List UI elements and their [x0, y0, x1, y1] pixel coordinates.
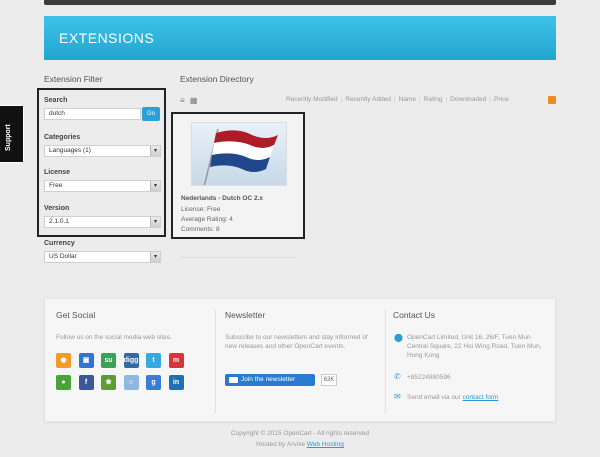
categories-label: Categories [44, 134, 81, 141]
support-label: Support [5, 124, 12, 151]
contact-email: Send email via our contact form [407, 393, 498, 402]
directory-title: Extension Directory [180, 74, 254, 84]
list-view-icon[interactable]: ≡ [180, 96, 185, 105]
join-newsletter-button[interactable]: Join the newsletter [225, 374, 315, 386]
page-title: EXTENSIONS [59, 30, 155, 46]
currency-select[interactable]: US Dollar ▾ [44, 251, 161, 263]
chevron-down-icon: ▾ [150, 252, 160, 262]
extension-comments: Comments: 8 [181, 226, 220, 233]
twitter-icon[interactable]: t [146, 353, 161, 368]
sort-recently-modified[interactable]: Recently Modified [286, 96, 338, 103]
social-text: Follow us on the social media web sites. [56, 334, 172, 341]
newsletter-title: Newsletter [225, 310, 266, 320]
extension-card[interactable]: Nederlands - Dutch OC 2.x License: Free … [171, 112, 305, 239]
newsletter-text: Subscribe to our newsletters and stay in… [225, 334, 368, 350]
version-label: Version [44, 205, 70, 212]
contact-email-prefix: Send email via our [407, 394, 461, 401]
email-icon: ✉ [394, 392, 401, 401]
sort-rating[interactable]: Rating [424, 96, 443, 103]
license-select[interactable]: Free ▾ [44, 180, 161, 192]
envelope-icon [229, 377, 238, 383]
footer-panel: Get Social Follow us on the social media… [44, 298, 556, 422]
extension-license: License: Free [181, 206, 221, 213]
support-tab[interactable]: Support [0, 105, 24, 163]
top-nav-strip [44, 0, 556, 5]
sort-bar: Recently Modified | Recently Added | Name | Ra… [286, 96, 509, 103]
contact-address: OpenCart Limited, Unit 16, 26/F, Tuen Mu… [407, 334, 542, 359]
linkedin-icon[interactable]: in [168, 375, 184, 390]
currency-label: Currency [44, 240, 75, 247]
social-title: Get Social [56, 310, 96, 320]
phone-icon: ✆ [394, 372, 401, 381]
sort-downloaded[interactable]: Downloaded [450, 96, 486, 103]
categories-value: Languages (1) [49, 147, 91, 154]
sort-price[interactable]: Price [494, 96, 509, 103]
hosting-prefix: Hosted by Arvixe [256, 441, 305, 448]
hosting-credit: Hosted by Arvixe Web Hosting [0, 441, 600, 448]
currency-value: US Dollar [49, 253, 77, 260]
contact-phone: +85224880596 [407, 374, 451, 381]
sort-name[interactable]: Name [399, 96, 416, 103]
reddit-icon[interactable]: ☺ [123, 375, 139, 390]
page-header-banner: EXTENSIONS [44, 16, 556, 60]
location-pin-icon: ⬤ [394, 333, 403, 342]
contact-form-link[interactable]: contact form [463, 394, 499, 401]
license-label: License [44, 169, 71, 176]
rss-icon[interactable] [548, 96, 556, 104]
subscriber-count: 63K [321, 374, 337, 386]
version-select[interactable]: 2.1.0.1 ▾ [44, 216, 161, 228]
results-divider [180, 257, 296, 258]
facebook-icon[interactable]: f [78, 375, 94, 390]
license-value: Free [49, 182, 63, 189]
join-newsletter-label: Join the newsletter [241, 376, 296, 383]
filter-title: Extension Filter [44, 74, 103, 84]
grid-view-icon[interactable]: ▦ [190, 96, 198, 105]
extension-rating: Average Rating: 4 [181, 216, 233, 223]
google-icon[interactable]: g [146, 375, 161, 390]
chevron-down-icon: ▾ [150, 181, 160, 191]
search-go-button[interactable]: Go [142, 107, 160, 121]
search-input[interactable]: dutch [44, 108, 141, 120]
web-hosting-link[interactable]: Web Hosting [307, 441, 344, 448]
copyright-text: Copyright © 2015 OpenCart - All rights r… [230, 430, 370, 437]
stumbleupon-icon[interactable]: su [101, 353, 116, 368]
yelp-icon[interactable]: ❀ [101, 375, 116, 390]
footer-divider [385, 309, 386, 413]
myspace-icon[interactable]: m [168, 353, 184, 368]
rss-icon[interactable]: ◉ [56, 353, 71, 368]
footer-divider [215, 309, 216, 413]
digg-icon[interactable]: digg [123, 353, 139, 368]
version-value: 2.1.0.1 [49, 218, 69, 225]
chat-icon[interactable]: ● [56, 375, 71, 390]
sort-recently-added[interactable]: Recently Added [345, 96, 391, 103]
delicious-icon[interactable]: ▣ [78, 353, 94, 368]
chevron-down-icon: ▾ [150, 146, 160, 156]
search-label: Search [44, 97, 68, 104]
extension-name[interactable]: Nederlands - Dutch OC 2.x [181, 195, 263, 202]
extension-thumbnail[interactable] [191, 122, 287, 186]
categories-select[interactable]: Languages (1) ▾ [44, 145, 161, 157]
view-toggle: ≡ ▦ [180, 96, 197, 105]
dutch-flag-image [203, 128, 278, 185]
chevron-down-icon: ▾ [150, 217, 160, 227]
contact-title: Contact Us [393, 310, 436, 320]
